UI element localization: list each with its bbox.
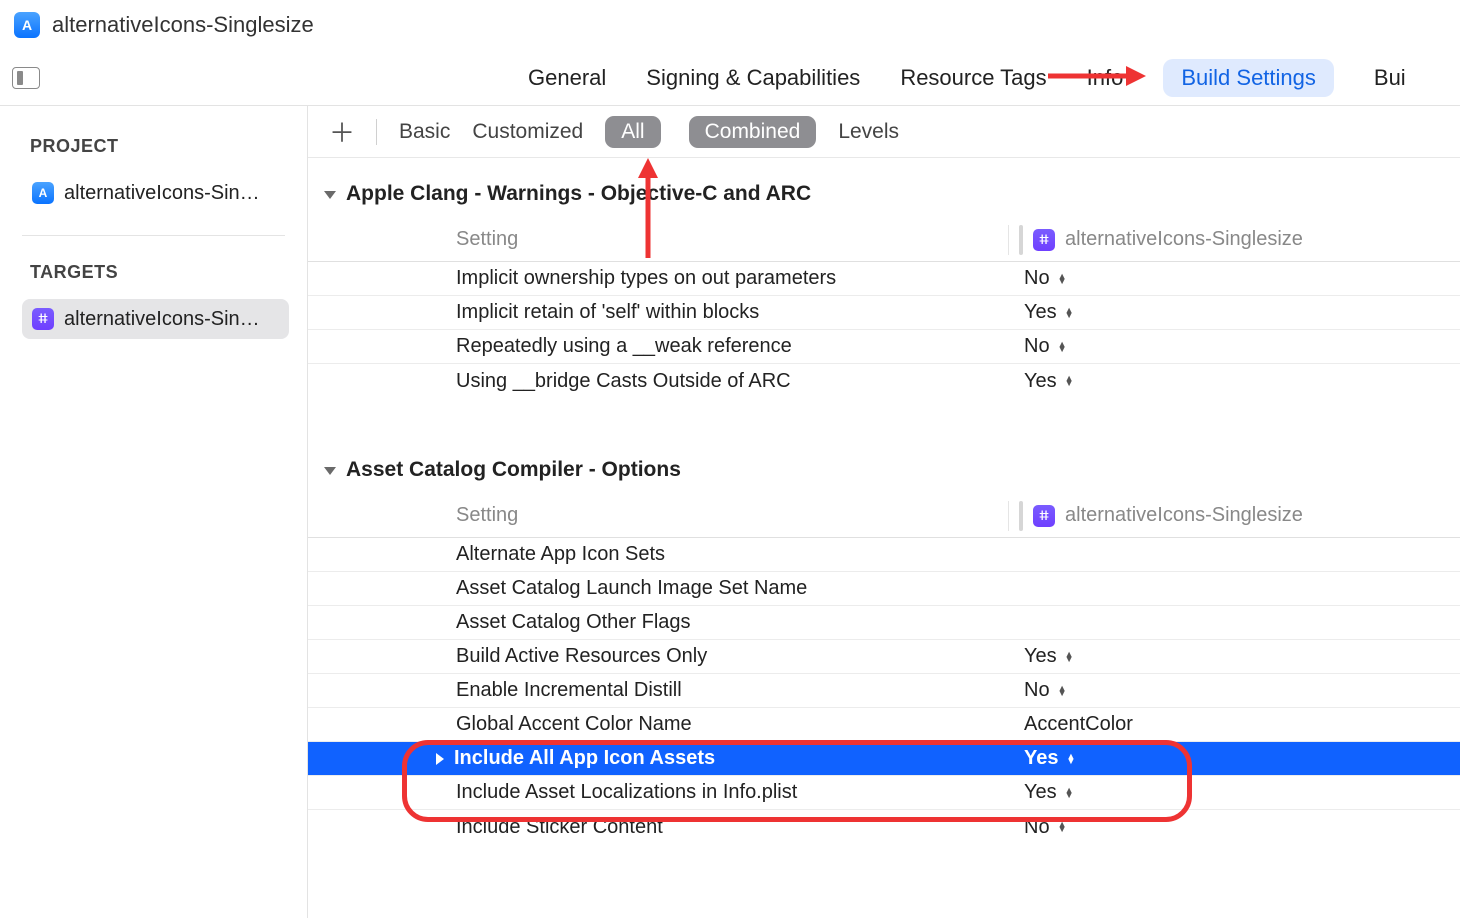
sidebar-target-item[interactable]: ⵌ alternativeIcons-Sin…: [22, 299, 289, 339]
setting-row[interactable]: Implicit ownership types on out paramete…: [308, 262, 1460, 296]
setting-name: Include All App Icon Assets: [308, 747, 1008, 770]
popup-indicator-icon: [1065, 376, 1074, 386]
build-settings-filter-bar: ＋ Basic Customized All Combined Levels: [308, 106, 1460, 158]
tab-general[interactable]: General: [528, 65, 606, 91]
tab-info[interactable]: Info: [1087, 65, 1124, 91]
popup-indicator-icon: [1058, 686, 1067, 696]
setting-value[interactable]: AccentColor: [1008, 713, 1460, 736]
setting-name: Using __bridge Casts Outside of ARC: [308, 370, 1008, 393]
setting-name: Implicit retain of 'self' within blocks: [308, 301, 1008, 324]
sidebar-heading-project: PROJECT: [0, 136, 307, 173]
tab-build-settings[interactable]: Build Settings: [1163, 59, 1334, 97]
setting-row[interactable]: Asset Catalog Launch Image Set Name: [308, 572, 1460, 606]
setting-value[interactable]: Yes: [1008, 370, 1460, 393]
target-icon: ⵌ: [32, 308, 54, 330]
setting-value[interactable]: No: [1008, 679, 1460, 702]
add-setting-button[interactable]: ＋: [330, 120, 354, 144]
popup-indicator-icon: [1058, 822, 1067, 832]
popup-indicator-icon: [1065, 788, 1074, 798]
popup-indicator-icon: [1065, 308, 1074, 318]
chevron-down-icon: [324, 191, 336, 199]
sidebar-target-label: alternativeIcons-Sin…: [64, 308, 260, 331]
section-asset-catalog-compiler: Asset Catalog Compiler - Options Setting…: [308, 458, 1460, 844]
setting-name: Include Asset Localizations in Info.plis…: [308, 781, 1008, 804]
project-icon: A: [32, 182, 54, 204]
filter-basic[interactable]: Basic: [399, 120, 450, 144]
popup-indicator-icon: [1065, 652, 1074, 662]
filter-levels[interactable]: Levels: [838, 120, 899, 144]
setting-name: Build Active Resources Only: [308, 645, 1008, 668]
section-header[interactable]: Asset Catalog Compiler - Options: [308, 458, 1460, 482]
sidebar-divider: [22, 235, 285, 236]
tab-resource-tags[interactable]: Resource Tags: [900, 65, 1046, 91]
setting-row[interactable]: Build Active Resources Only Yes: [308, 640, 1460, 674]
project-sidebar: PROJECT A alternativeIcons-Sin… TARGETS …: [0, 106, 308, 918]
build-settings-editor: ＋ Basic Customized All Combined Levels A…: [308, 106, 1460, 918]
filter-customized[interactable]: Customized: [472, 120, 583, 144]
setting-name: Asset Catalog Launch Image Set Name: [308, 577, 1008, 600]
setting-name: Enable Incremental Distill: [308, 679, 1008, 702]
column-target-name: alternativeIcons-Singlesize: [1065, 228, 1303, 251]
setting-value[interactable]: No: [1008, 816, 1460, 839]
settings-sections: Apple Clang - Warnings - Objective-C and…: [308, 158, 1460, 844]
setting-row[interactable]: Global Accent Color Name AccentColor: [308, 708, 1460, 742]
window-title: alternativeIcons-Singlesize: [52, 12, 314, 38]
setting-name: Repeatedly using a __weak reference: [308, 335, 1008, 358]
section-title: Asset Catalog Compiler - Options: [346, 458, 681, 482]
app-store-icon: A: [14, 12, 40, 38]
popup-indicator-icon: [1058, 342, 1067, 352]
tab-signing[interactable]: Signing & Capabilities: [646, 65, 860, 91]
popup-indicator-icon: [1066, 754, 1075, 764]
sidebar-heading-targets: TARGETS: [0, 262, 307, 299]
setting-value[interactable]: No: [1008, 335, 1460, 358]
target-icon: ⵌ: [1033, 229, 1055, 251]
setting-row[interactable]: Repeatedly using a __weak reference No: [308, 330, 1460, 364]
filter-combined[interactable]: Combined: [689, 116, 817, 148]
setting-row[interactable]: Alternate App Icon Sets: [308, 538, 1460, 572]
popup-indicator-icon: [1058, 274, 1067, 284]
divider: [1019, 501, 1023, 531]
divider: [1019, 225, 1023, 255]
setting-value[interactable]: Yes: [1008, 645, 1460, 668]
sidebar-project-item[interactable]: A alternativeIcons-Sin…: [22, 173, 289, 213]
setting-row[interactable]: Include Sticker Content No: [308, 810, 1460, 844]
section-title: Apple Clang - Warnings - Objective-C and…: [346, 182, 811, 206]
toggle-navigator-icon[interactable]: [12, 67, 40, 89]
setting-row[interactable]: Implicit retain of 'self' within blocks …: [308, 296, 1460, 330]
settings-column-header: Setting ⵌ alternativeIcons-Singlesize: [308, 494, 1460, 538]
setting-row[interactable]: Using __bridge Casts Outside of ARC Yes: [308, 364, 1460, 398]
setting-row[interactable]: Include Asset Localizations in Info.plis…: [308, 776, 1460, 810]
setting-name: Asset Catalog Other Flags: [308, 611, 1008, 634]
target-icon: ⵌ: [1033, 505, 1055, 527]
chevron-right-icon: [436, 753, 444, 765]
divider: [376, 119, 377, 145]
section-apple-clang-warnings: Apple Clang - Warnings - Objective-C and…: [308, 182, 1460, 398]
column-target: ⵌ alternativeIcons-Singlesize: [1008, 225, 1460, 255]
setting-value[interactable]: Yes: [1008, 301, 1460, 324]
setting-value[interactable]: No: [1008, 267, 1460, 290]
chevron-down-icon: [324, 467, 336, 475]
section-header[interactable]: Apple Clang - Warnings - Objective-C and…: [308, 182, 1460, 206]
editor-tab-bar: General Signing & Capabilities Resource …: [0, 50, 1460, 106]
setting-name: Include Sticker Content: [308, 816, 1008, 839]
window-titlebar: A alternativeIcons-Singlesize: [0, 0, 1460, 50]
setting-value[interactable]: Yes: [1008, 781, 1460, 804]
setting-row[interactable]: Asset Catalog Other Flags: [308, 606, 1460, 640]
tab-build-phases-cut[interactable]: Bui: [1374, 65, 1406, 91]
filter-all[interactable]: All: [605, 116, 660, 148]
project-editor-tabs: General Signing & Capabilities Resource …: [308, 59, 1460, 97]
setting-row-selected[interactable]: Include All App Icon Assets Yes: [308, 742, 1460, 776]
column-target-name: alternativeIcons-Singlesize: [1065, 504, 1303, 527]
setting-row[interactable]: Enable Incremental Distill No: [308, 674, 1460, 708]
setting-name: Alternate App Icon Sets: [308, 543, 1008, 566]
column-setting: Setting: [308, 504, 1008, 527]
sidebar-project-label: alternativeIcons-Sin…: [64, 182, 260, 205]
setting-name: Implicit ownership types on out paramete…: [308, 267, 1008, 290]
column-target: ⵌ alternativeIcons-Singlesize: [1008, 501, 1460, 531]
settings-column-header: Setting ⵌ alternativeIcons-Singlesize: [308, 218, 1460, 262]
setting-name: Global Accent Color Name: [308, 713, 1008, 736]
column-setting: Setting: [308, 228, 1008, 251]
setting-value[interactable]: Yes: [1008, 747, 1460, 770]
